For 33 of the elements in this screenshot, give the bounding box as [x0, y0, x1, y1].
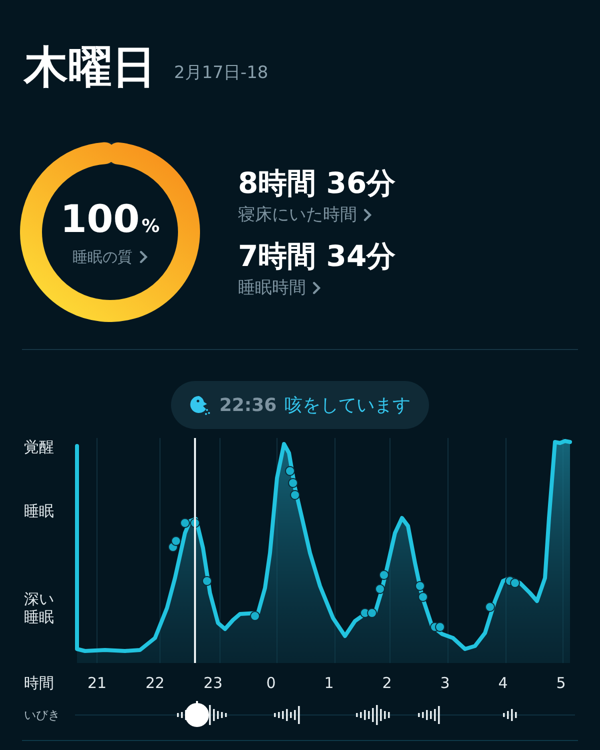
y-axis-label: 睡眠 — [24, 502, 55, 520]
sound-wave-icon — [356, 705, 390, 725]
x-axis-label: 0 — [265, 674, 277, 692]
duration-link[interactable]: 睡眠時間 — [238, 276, 321, 299]
x-axis-label: 4 — [497, 674, 509, 692]
x-axis-label: 2 — [381, 674, 393, 692]
sound-wave-icon — [274, 706, 300, 724]
sleep-quality-link[interactable]: 睡眠の質 — [72, 248, 148, 266]
duration-value: 8時間 36分 — [238, 165, 396, 201]
chevron-icon — [312, 280, 321, 294]
sound-wave-icon — [418, 706, 440, 724]
event-label: 咳をしています — [284, 394, 411, 417]
duration-link[interactable]: 寝床にいた時間 — [238, 203, 372, 226]
x-axis-label: 21 — [86, 674, 108, 692]
x-axis-label: 23 — [202, 674, 224, 692]
y-axis-label: 深い睡眠 — [24, 590, 55, 626]
day-title: 木曜日 — [24, 42, 156, 94]
x-axis-label: 22 — [144, 674, 166, 692]
event-time: 22:36 — [219, 394, 277, 416]
x-axis-label: 3 — [439, 674, 451, 692]
chevron-icon — [363, 208, 372, 222]
date-range: 2月17日-18 — [174, 62, 268, 85]
sleep-score: 100% — [60, 198, 160, 242]
x-axis-label: 1 — [323, 674, 335, 692]
x-axis-label: 5 — [555, 674, 567, 692]
snoring-label: いびき — [23, 706, 61, 724]
chevron-icon — [138, 250, 148, 264]
sound-wave-icon — [503, 709, 517, 721]
y-axis-label: 覚醒 — [24, 438, 55, 456]
cough-icon — [189, 394, 212, 416]
duration-value: 7時間 34分 — [238, 238, 396, 274]
slider-handle[interactable] — [185, 701, 209, 727]
x-axis-title: 時間 — [23, 674, 55, 692]
